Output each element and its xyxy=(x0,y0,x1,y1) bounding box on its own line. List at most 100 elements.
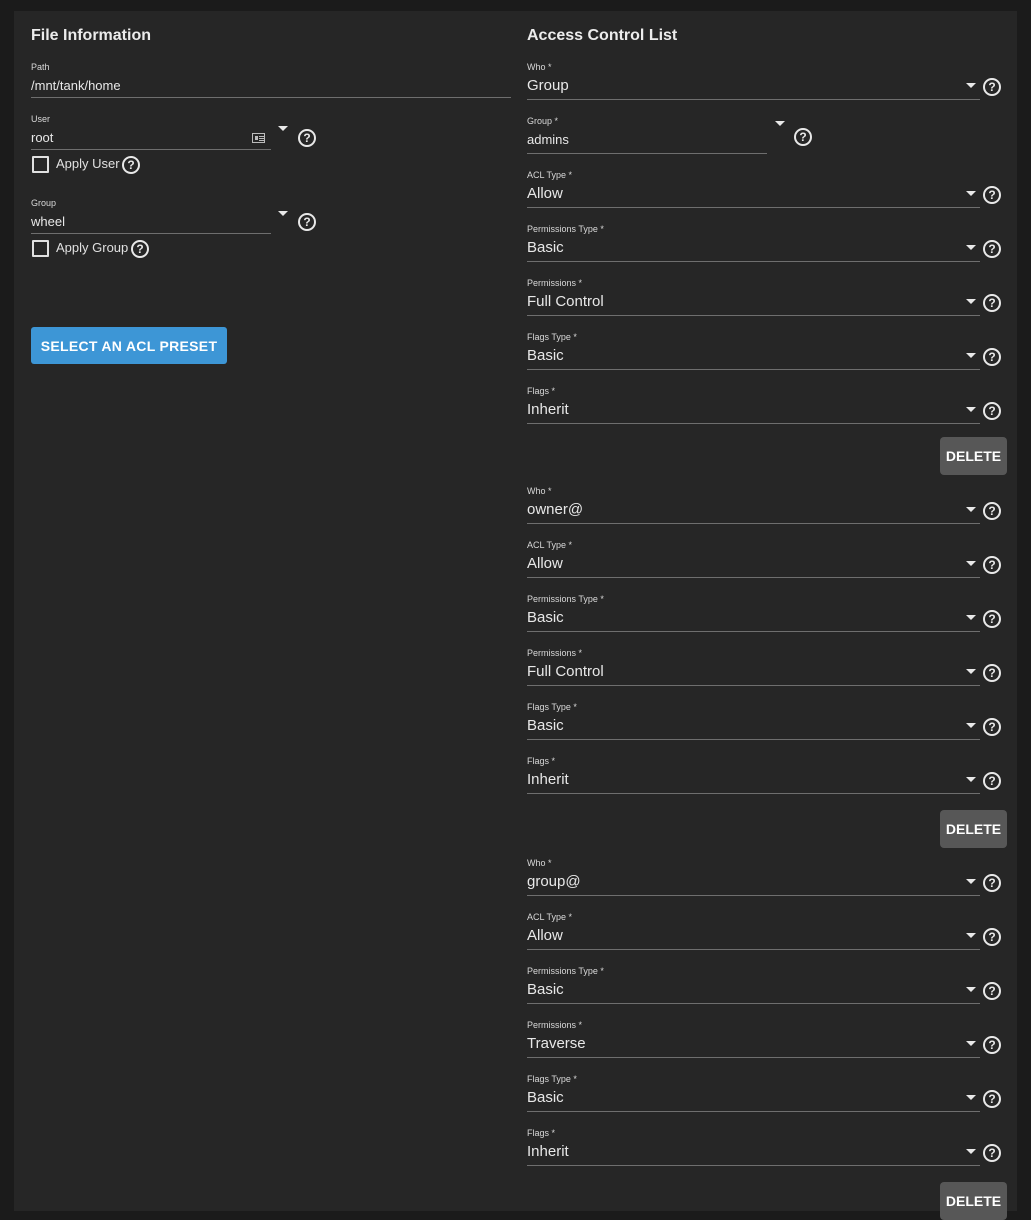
select-acl-preset-button[interactable]: SELECT AN ACL PRESET xyxy=(31,327,227,364)
acl-1-acl_type-help-icon[interactable]: ? xyxy=(983,556,1001,574)
acl-0-group-select[interactable]: admins xyxy=(527,132,569,147)
acl-0-delete-button[interactable]: DELETE xyxy=(940,437,1007,475)
acl-0-perms-select[interactable]: Full Control xyxy=(527,293,604,310)
acl-2-acl_type-help-icon[interactable]: ? xyxy=(983,928,1001,946)
apply-group-checkbox[interactable] xyxy=(32,240,49,257)
acl-2-perms-dropdown-arrow-icon[interactable] xyxy=(966,1041,976,1046)
acl-2-perm_type-help-icon[interactable]: ? xyxy=(983,982,1001,1000)
acl-2-flags_type-underline xyxy=(527,1111,980,1112)
acl-1-flags_type-select[interactable]: Basic xyxy=(527,717,564,734)
apply-user-checkbox[interactable] xyxy=(32,156,49,173)
acl-0-acl_type-dropdown-arrow-icon[interactable] xyxy=(966,191,976,196)
acl-2-acl_type-select[interactable]: Allow xyxy=(527,927,563,944)
group-dropdown-arrow-icon[interactable] xyxy=(278,211,288,216)
acl-2-acl_type-label: ACL Type * xyxy=(527,912,573,922)
acl-2-flags_type-help-icon[interactable]: ? xyxy=(983,1090,1001,1108)
apply-group-help-icon[interactable]: ? xyxy=(131,240,149,258)
acl-0-perm_type-help-icon[interactable]: ? xyxy=(983,240,1001,258)
apply-group-label: Apply Group xyxy=(56,240,129,255)
acl-0-who-help-icon[interactable]: ? xyxy=(983,78,1001,96)
acl-0-acl_type-help-icon[interactable]: ? xyxy=(983,186,1001,204)
acl-1-flags-label: Flags * xyxy=(527,756,556,766)
apply-user-help-icon[interactable]: ? xyxy=(122,156,140,174)
acl-1-perms-help-icon[interactable]: ? xyxy=(983,664,1001,682)
acl-2-flags-help-icon[interactable]: ? xyxy=(983,1144,1001,1162)
acl-2-delete-button[interactable]: DELETE xyxy=(940,1182,1007,1220)
acl-0-perm_type-select[interactable]: Basic xyxy=(527,239,564,256)
path-input[interactable]: /mnt/tank/home xyxy=(31,78,121,93)
acl-2-perms-help-icon[interactable]: ? xyxy=(983,1036,1001,1054)
acl-0-perms-label: Permissions * xyxy=(527,278,583,288)
acl-2-perm_type-select[interactable]: Basic xyxy=(527,981,564,998)
acl-2-acl_type-dropdown-arrow-icon[interactable] xyxy=(966,933,976,938)
acl-1-flags_type-label: Flags Type * xyxy=(527,702,577,712)
acl-0-group-help-icon[interactable]: ? xyxy=(794,128,812,146)
acl-0-who-select[interactable]: Group xyxy=(527,77,569,94)
acl-2-perms-select[interactable]: Traverse xyxy=(527,1035,586,1052)
acl-0-acl_type-underline xyxy=(527,207,980,208)
acl-2-who-help-icon[interactable]: ? xyxy=(983,874,1001,892)
acl-2-flags-underline xyxy=(527,1165,980,1166)
acl-0-perms-underline xyxy=(527,315,980,316)
acl-0-flags-help-icon[interactable]: ? xyxy=(983,402,1001,420)
user-combobox[interactable]: root xyxy=(31,130,53,145)
user-help-icon[interactable]: ? xyxy=(298,129,316,147)
file-information-title: File Information xyxy=(31,27,151,44)
acl-1-perms-dropdown-arrow-icon[interactable] xyxy=(966,669,976,674)
acl-0-who-label: Who * xyxy=(527,62,552,72)
acl-2-flags_type-select[interactable]: Basic xyxy=(527,1089,564,1106)
acl-2-flags_type-dropdown-arrow-icon[interactable] xyxy=(966,1095,976,1100)
acl-1-flags_type-dropdown-arrow-icon[interactable] xyxy=(966,723,976,728)
acl-2-who-select[interactable]: group@ xyxy=(527,873,581,890)
acl-2-who-underline xyxy=(527,895,980,896)
acl-2-flags-dropdown-arrow-icon[interactable] xyxy=(966,1149,976,1154)
acl-1-who-dropdown-arrow-icon[interactable] xyxy=(966,507,976,512)
acl-0-perms-help-icon[interactable]: ? xyxy=(983,294,1001,312)
acl-1-who-help-icon[interactable]: ? xyxy=(983,502,1001,520)
path-underline xyxy=(31,97,511,98)
acl-0-flags-select[interactable]: Inherit xyxy=(527,401,569,418)
acl-editor-card xyxy=(14,11,1017,1211)
contact-card-icon xyxy=(252,133,265,143)
acl-2-perms-underline xyxy=(527,1057,980,1058)
acl-0-flags_type-help-icon[interactable]: ? xyxy=(983,348,1001,366)
acl-0-who-underline xyxy=(527,99,980,100)
path-label: Path xyxy=(31,62,50,72)
acl-1-flags-help-icon[interactable]: ? xyxy=(983,772,1001,790)
acl-1-delete-button[interactable]: DELETE xyxy=(940,810,1007,848)
acl-1-perms-label: Permissions * xyxy=(527,648,583,658)
acl-1-perms-select[interactable]: Full Control xyxy=(527,663,604,680)
acl-1-flags_type-underline xyxy=(527,739,980,740)
acl-0-perm_type-dropdown-arrow-icon[interactable] xyxy=(966,245,976,250)
acl-0-flags-dropdown-arrow-icon[interactable] xyxy=(966,407,976,412)
acl-2-acl_type-underline xyxy=(527,949,980,950)
acl-0-acl_type-select[interactable]: Allow xyxy=(527,185,563,202)
group-combobox[interactable]: wheel xyxy=(31,214,65,229)
acl-1-perm_type-help-icon[interactable]: ? xyxy=(983,610,1001,628)
acl-1-flags-dropdown-arrow-icon[interactable] xyxy=(966,777,976,782)
acl-1-acl_type-dropdown-arrow-icon[interactable] xyxy=(966,561,976,566)
user-dropdown-arrow-icon[interactable] xyxy=(278,126,288,131)
acl-0-group-dropdown-arrow-icon[interactable] xyxy=(775,121,785,126)
acl-1-perm_type-select[interactable]: Basic xyxy=(527,609,564,626)
acl-0-flags_type-select[interactable]: Basic xyxy=(527,347,564,364)
acl-1-who-label: Who * xyxy=(527,486,552,496)
acl-1-perm_type-underline xyxy=(527,631,980,632)
acl-0-acl_type-label: ACL Type * xyxy=(527,170,573,180)
acl-0-perms-dropdown-arrow-icon[interactable] xyxy=(966,299,976,304)
acl-2-flags-select[interactable]: Inherit xyxy=(527,1143,569,1160)
acl-1-who-select[interactable]: owner@ xyxy=(527,501,583,518)
acl-0-who-dropdown-arrow-icon[interactable] xyxy=(966,83,976,88)
acl-0-group-label: Group * xyxy=(527,116,559,126)
acl-1-perms-underline xyxy=(527,685,980,686)
apply-user-label: Apply User xyxy=(56,156,120,171)
acl-1-flags_type-help-icon[interactable]: ? xyxy=(983,718,1001,736)
acl-1-flags-select[interactable]: Inherit xyxy=(527,771,569,788)
acl-2-flags-label: Flags * xyxy=(527,1128,556,1138)
acl-2-who-dropdown-arrow-icon[interactable] xyxy=(966,879,976,884)
acl-1-acl_type-select[interactable]: Allow xyxy=(527,555,563,572)
acl-1-perm_type-dropdown-arrow-icon[interactable] xyxy=(966,615,976,620)
acl-0-flags_type-dropdown-arrow-icon[interactable] xyxy=(966,353,976,358)
group-help-icon[interactable]: ? xyxy=(298,213,316,231)
acl-2-perm_type-dropdown-arrow-icon[interactable] xyxy=(966,987,976,992)
